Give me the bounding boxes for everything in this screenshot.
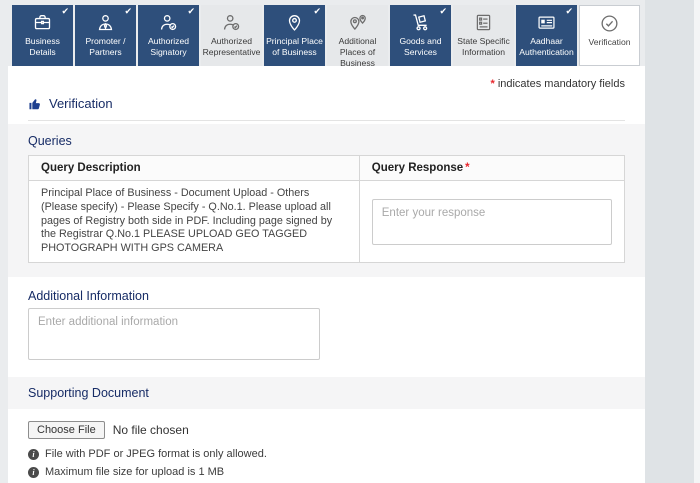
info-icon: i	[28, 467, 39, 478]
info-icon: i	[28, 449, 39, 460]
tab-business-details[interactable]: ✔ Business Details	[12, 5, 73, 66]
person-check-icon	[158, 12, 179, 33]
tab-label: Promoter / Partners	[75, 36, 136, 58]
query-description-cell: Principal Place of Business - Document U…	[29, 181, 360, 263]
tab-additional-places-of-business[interactable]: Additional Places of Business	[327, 5, 388, 66]
tab-label: Verification	[587, 37, 631, 48]
person-check-icon	[221, 12, 242, 33]
trolley-icon	[410, 12, 431, 33]
page-right-gutter	[645, 0, 694, 483]
tab-verification[interactable]: Verification	[579, 5, 640, 66]
checkmark-icon: ✔	[124, 6, 132, 17]
tab-state-specific-information[interactable]: State Specific Information	[453, 5, 514, 66]
required-asterisk: *	[465, 162, 469, 174]
briefcase-icon	[32, 12, 53, 33]
checkmark-icon: ✔	[565, 6, 573, 17]
check-circle-icon	[599, 13, 620, 34]
heading-divider	[28, 120, 625, 121]
mandatory-asterisk: *	[491, 78, 495, 90]
tab-label: Authorized Representative	[201, 36, 262, 58]
tab-label: Goods and Services	[390, 36, 451, 58]
tab-label: Aadhaar Authentication	[516, 36, 577, 58]
queries-section: Queries Query Description Query Response…	[8, 124, 645, 277]
tab-authorized-signatory[interactable]: ✔ Authorized Signatory	[138, 5, 199, 66]
file-upload-notes: i File with PDF or JPEG format is only a…	[28, 448, 625, 478]
query-response-header: Query Response*	[359, 156, 624, 181]
choose-file-button[interactable]: Choose File	[28, 421, 105, 439]
supporting-document-title: Supporting Document	[28, 386, 625, 400]
tab-bar: ✔ Business Details ✔ Promoter / Partners ✔ Au…	[12, 5, 640, 66]
additional-information-input[interactable]	[28, 308, 320, 360]
queries-table: Query Description Query Response* Princi…	[28, 155, 625, 263]
tab-label: State Specific Information	[453, 36, 514, 58]
checkmark-icon: ✔	[187, 6, 195, 17]
mandatory-fields-note: *indicates mandatory fields	[8, 66, 645, 90]
tab-promoter-partners[interactable]: ✔ Promoter / Partners	[75, 5, 136, 66]
location-pin-icon	[284, 12, 305, 33]
id-card-icon	[536, 12, 557, 33]
file-upload-row: Choose File No file chosen	[28, 421, 625, 439]
file-status-text: No file chosen	[113, 423, 189, 437]
page-title-text: Verification	[49, 96, 113, 111]
tab-goods-and-services[interactable]: ✔ Goods and Services	[390, 5, 451, 66]
tab-label: Principal Place of Business	[264, 36, 325, 58]
supporting-document-section: Supporting Document	[8, 377, 645, 409]
person-icon	[95, 12, 116, 33]
checkmark-icon: ✔	[313, 6, 321, 17]
verification-content-panel: *indicates mandatory fields Verification…	[8, 66, 645, 483]
tab-principal-place-of-business[interactable]: ✔ Principal Place of Business	[264, 5, 325, 66]
query-description-header: Query Description	[29, 156, 360, 181]
note-size: i Maximum file size for upload is 1 MB	[28, 466, 625, 478]
query-response-input[interactable]	[372, 199, 612, 245]
additional-information-section: Additional Information	[28, 289, 625, 365]
thumbs-up-icon	[28, 97, 42, 111]
tab-aadhaar-authentication[interactable]: ✔ Aadhaar Authentication	[516, 5, 577, 66]
scrollbar-track[interactable]	[694, 0, 700, 483]
checkmark-icon: ✔	[439, 6, 447, 17]
checkmark-icon: ✔	[61, 6, 69, 17]
query-response-cell	[359, 181, 624, 263]
additional-information-title: Additional Information	[28, 289, 625, 303]
tab-label: Authorized Signatory	[138, 36, 199, 58]
tab-label: Additional Places of Business	[327, 36, 388, 70]
tab-authorized-representative[interactable]: Authorized Representative	[201, 5, 262, 66]
tab-label: Business Details	[12, 36, 73, 58]
query-row: Principal Place of Business - Document U…	[29, 181, 625, 263]
note-format: i File with PDF or JPEG format is only a…	[28, 448, 625, 460]
location-pins-icon	[347, 12, 368, 33]
document-lines-icon	[473, 12, 494, 33]
queries-section-title: Queries	[28, 134, 625, 148]
page-title: Verification	[28, 96, 625, 111]
